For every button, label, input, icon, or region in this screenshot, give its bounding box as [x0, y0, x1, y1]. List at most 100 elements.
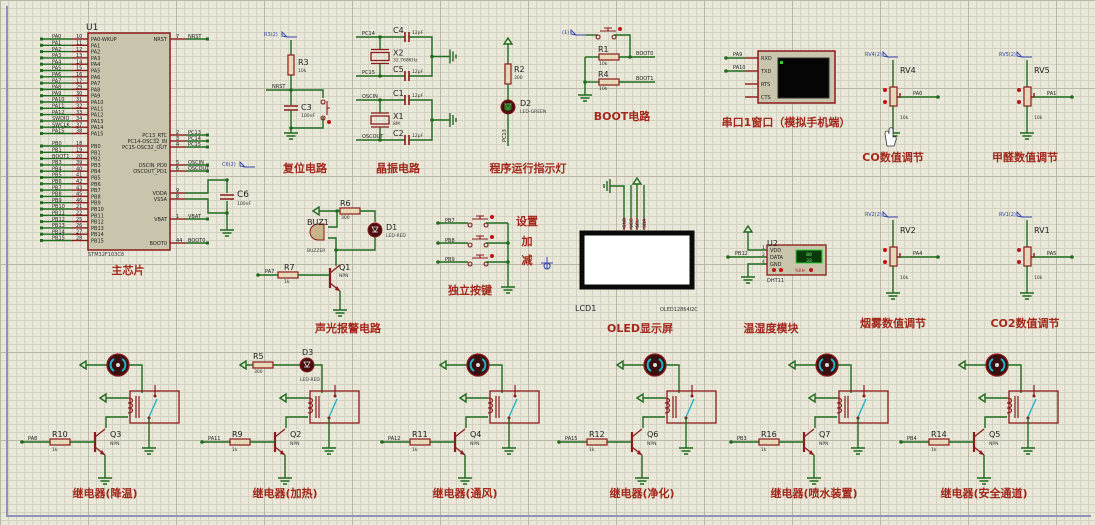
cap-ref: C4 — [393, 26, 404, 35]
transistor-type: NPN — [470, 441, 479, 447]
net-label: PB3 — [737, 436, 747, 442]
pot-increase-button[interactable] — [1017, 88, 1021, 92]
pot-value: 10k — [900, 115, 909, 121]
voltage-probe-label: (1) — [562, 30, 569, 36]
pin-number: 30 — [76, 91, 82, 97]
relay-circuit-4[interactable]: PA15 R12 1k Q6 NPN 继电器(净化) PB3 R16 1k Q7 NPN 继电器(喷水… — [557, 353, 1059, 500]
transistor-type: NPN — [647, 441, 656, 447]
d3-ref: D3 — [302, 348, 313, 357]
transistor-leads — [803, 428, 815, 456]
oled-screen[interactable] — [579, 230, 695, 290]
pin-name: TXD — [760, 69, 771, 75]
pin-name: OSCOUT_PD1 — [133, 169, 167, 175]
resistor-body — [598, 78, 620, 86]
pin-name: VCC — [629, 219, 635, 228]
net-label: PA3 — [52, 53, 61, 59]
cap-ref: C5 — [393, 65, 404, 74]
relay-caption: 继电器(净化) — [609, 486, 674, 500]
virtual-terminal[interactable]: RXDTXDRTSCTSPA9PA10串口1窗口（模拟手机端）RV4(2)RV4… — [20, 50, 1074, 500]
junction-dot — [380, 440, 384, 444]
pin-name: PB8 — [91, 194, 101, 200]
pin-terminal — [40, 176, 43, 179]
potentiometer-rv4[interactable]: RV4(2) RV4 10k PA0 CO数值调节 RV5(2) RV5 10k PA1 甲醛数值… — [20, 50, 1074, 500]
pot-decrease-button[interactable] — [1017, 100, 1021, 104]
pin-number: 37 — [76, 122, 82, 128]
pot-increase-button[interactable] — [883, 248, 887, 252]
potentiometer-rv5[interactable]: RV5(2) RV5 10k PA1 甲醛数值调节 RV2(2) RV2 10k PA4 烟雾数值… — [20, 50, 1074, 500]
power-terminal-icon — [438, 359, 450, 371]
dht-rh-button[interactable] — [809, 268, 813, 272]
pin-terminal — [206, 139, 209, 143]
boot-circuit: (1) R1 10k R4 10k BOOT0 BOOT1 BOOT电路 RXD TXD RTS CT… — [20, 27, 1074, 500]
resistor-ref: R14 — [931, 430, 947, 439]
resistor-value: 1k — [412, 447, 418, 453]
pin-number: 26 — [76, 223, 82, 229]
dht-adjust-button[interactable] — [772, 268, 776, 272]
pot-decrease-button[interactable] — [1017, 260, 1021, 264]
potentiometer-rv1[interactable]: RV1(2)RV110kPA5CO2数值调节R6300D1LED-REDBUZ1… — [20, 127, 1074, 500]
q1-type: NPN — [339, 273, 348, 279]
junction-dot — [506, 241, 510, 245]
pot-value: 10k — [900, 275, 909, 281]
ground-icon — [1020, 132, 1034, 140]
pin-terminal — [40, 213, 43, 217]
pot-ref: RV1 — [1034, 226, 1050, 235]
button-label: 设置 — [516, 214, 538, 228]
junction-dot — [724, 69, 728, 73]
ground-icon — [1020, 292, 1034, 300]
pin-number: 41 — [76, 173, 82, 179]
relay-circuit-5[interactable]: PB3 R16 1k Q7 NPN 继电器(喷水装置) PB4 R14 1k Q5 NPN 继电器(安… — [729, 353, 1059, 500]
relay-circuit-3[interactable]: PA12 R11 1k Q4 NPN 继电器(通风) PA15 R12 1k Q6 NPN 继电器(净… — [380, 353, 1059, 500]
pin-name: PB4 — [91, 169, 101, 175]
pot-increase-button[interactable] — [1017, 248, 1021, 252]
net-label: PB4 — [907, 436, 917, 442]
dht11-sensor[interactable]: 8033 VDD 1 DATA 2 GND 4 %RH U2 DHT11 PB12 温湿度模块 PA8 R… — [20, 224, 1059, 500]
voltage-probe-icon — [239, 160, 255, 168]
power-terminal-icon — [742, 224, 754, 236]
power-terminal-icon — [238, 359, 250, 371]
led-red-icon — [299, 357, 315, 373]
relay-circuit-2[interactable]: R5 300 D3 LED-RED PA11 R9 1k Q2 NPN 继电器(加热) PA12 R1… — [200, 348, 1059, 500]
power-terminal-icon — [631, 176, 643, 188]
potentiometer-body[interactable] — [1023, 246, 1032, 267]
potentiometer-body[interactable] — [889, 246, 898, 267]
voltage-probe-icon — [1016, 50, 1032, 58]
dht-adjust-button[interactable] — [779, 268, 783, 272]
ground-icon — [807, 477, 821, 485]
dht-caption: 温湿度模块 — [744, 321, 800, 335]
cap-value: 12pF — [412, 30, 424, 36]
net-label: PA11 — [208, 436, 220, 442]
net-label: PC15 — [188, 142, 201, 148]
pin-name: NRST — [154, 37, 168, 43]
pot-increase-button[interactable] — [883, 88, 887, 92]
relay-circuit-1[interactable]: PA8 R10 1k Q3 NPN 继电器(降温) R5 300 D3 LED-RED PA11 R9… — [20, 348, 1059, 500]
pin-number: 40 — [76, 166, 82, 172]
pot-decrease-button[interactable] — [883, 260, 887, 264]
pot-decrease-button[interactable] — [883, 100, 887, 104]
potentiometer-body[interactable] — [889, 86, 898, 107]
r1-ref: R1 — [598, 45, 609, 54]
relay-circuit-6[interactable]: PB4 R14 1k Q5 NPN 继电器(安全通道) — [899, 353, 1059, 500]
potentiometer-rv2[interactable]: RV2(2) RV2 10k PA4 烟雾数值调节 RV1(2) RV1 10k PA5 CO2数… — [20, 127, 1074, 500]
voltage-probe-label: RV5(2) — [999, 52, 1016, 58]
push-button-icon — [467, 254, 489, 267]
resistor-value: 1k — [761, 447, 767, 453]
potentiometer-body[interactable] — [1023, 86, 1032, 107]
junction-dot — [436, 260, 440, 264]
r7-ref: R7 — [284, 263, 295, 272]
crystal-caption: 晶振电路 — [376, 161, 421, 175]
junction-dot — [936, 255, 940, 259]
pin-number: 6 — [176, 166, 179, 172]
junction-dot — [899, 440, 903, 444]
hand-cursor-icon — [884, 127, 897, 147]
transistor-emitter-arrow — [460, 450, 465, 455]
net-label: OSCOUT — [362, 134, 384, 140]
schematic[interactable]: U1STM32F103C8主芯片PA0 10 PA0-WKUPPA1 11 PA1PA2… — [0, 0, 1095, 525]
pot-ref: RV5 — [1034, 66, 1050, 75]
wire — [489, 364, 503, 393]
terminal-screen[interactable] — [777, 57, 830, 99]
wire — [336, 237, 376, 251]
wire — [328, 211, 338, 228]
net-label: PC13 — [502, 129, 508, 142]
relay-pin — [862, 394, 866, 398]
